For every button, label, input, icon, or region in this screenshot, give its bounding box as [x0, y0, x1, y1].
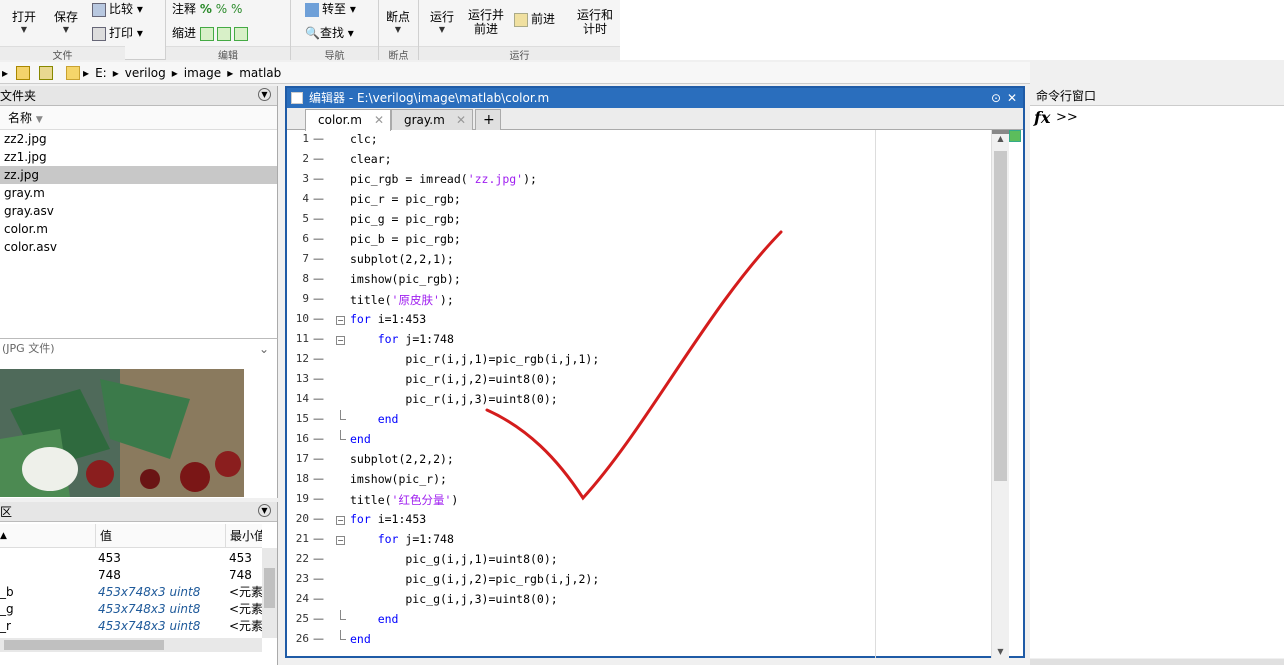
- table-row[interactable]: _g 453x748x3 uint8 <元素: [0, 601, 262, 618]
- file-item-selected[interactable]: zz.jpg: [0, 166, 277, 184]
- breadcrumb-drive[interactable]: E:: [95, 66, 107, 80]
- workspace-hscroll[interactable]: [0, 638, 262, 652]
- file-item[interactable]: color.m: [0, 220, 277, 238]
- column-min[interactable]: 最小值: [230, 524, 262, 548]
- file-item[interactable]: zz1.jpg: [0, 148, 277, 166]
- file-item[interactable]: zz2.jpg: [0, 130, 277, 148]
- breadcrumb-matlab[interactable]: matlab: [239, 66, 281, 80]
- file-item[interactable]: color.asv: [0, 238, 277, 256]
- indent-button[interactable]: 缩进: [172, 24, 251, 41]
- print-icon: [92, 26, 106, 41]
- table-row[interactable]: _b 453x748x3 uint8 <元素: [0, 584, 262, 601]
- file-item[interactable]: gray.m: [0, 184, 277, 202]
- toolstrip: 打开 ▼ 保存 ▼ 比较 ▾ 打印 ▾ 注释 % % % 缩进 转至 ▾ 🔍查找 ▾…: [0, 0, 620, 62]
- table-row[interactable]: 453 453: [0, 550, 262, 567]
- detail-panel: (JPG 文件) ⌄: [0, 338, 278, 498]
- folder-icon: [66, 65, 81, 80]
- workspace-panel: 区 ▼ ▲ 值 最小值 453 453 748 748 _b 453x748x3 ui…: [0, 502, 278, 665]
- file-item[interactable]: gray.asv: [0, 202, 277, 220]
- folder-panel-header: 文件夹 ▼: [0, 86, 277, 106]
- column-header-name[interactable]: 名称 ▼: [0, 106, 277, 130]
- group-file: 文件: [0, 46, 125, 62]
- chevron-down-icon[interactable]: ▼: [258, 88, 271, 101]
- print-button[interactable]: 打印 ▾: [92, 24, 143, 41]
- toolstrip-empty: [620, 0, 1284, 60]
- smart-indent-icon: [199, 26, 214, 41]
- fx-icon[interactable]: fx: [1034, 108, 1050, 127]
- editor-window: 编辑器 - E:\verilog\image\matlab\color.m ⊙ …: [285, 86, 1025, 658]
- chevron-down-icon[interactable]: ▼: [258, 504, 271, 517]
- command-window-title: 命令行窗口: [1030, 86, 1284, 106]
- workspace-vscroll[interactable]: [262, 548, 277, 638]
- advance-button[interactable]: 前进: [514, 10, 555, 27]
- group-breakpoints: 断点: [379, 46, 418, 62]
- run-advance-button[interactable]: 运行并 前进: [468, 8, 504, 36]
- group-nav: 导航: [291, 46, 378, 62]
- increase-indent-icon: [216, 26, 231, 41]
- breadcrumb-verilog[interactable]: verilog: [125, 66, 166, 80]
- browse-folder-icon[interactable]: [39, 65, 54, 80]
- breadcrumb-image[interactable]: image: [184, 66, 221, 80]
- workspace-columns: ▲ 值 最小值: [0, 524, 262, 548]
- wrap-icon: %: [230, 2, 243, 16]
- back-arrow-icon[interactable]: ▸: [2, 66, 8, 80]
- image-preview: [0, 369, 244, 497]
- detail-header: (JPG 文件) ⌄: [0, 339, 277, 359]
- goto-icon: [305, 2, 319, 17]
- workspace-title: 区: [0, 505, 13, 519]
- table-row[interactable]: _r 453x748x3 uint8 <元素: [0, 618, 262, 635]
- group-edit: 编辑: [166, 46, 290, 62]
- zongzi-image: [0, 369, 244, 497]
- current-folder-panel: 文件夹 ▼ 名称 ▼ zz2.jpg zz1.jpg zz.jpg gray.m…: [0, 86, 278, 338]
- percent-icon: %: [199, 2, 212, 16]
- column-value[interactable]: 值: [100, 524, 112, 548]
- goto-button[interactable]: 转至 ▾: [305, 0, 356, 17]
- find-button[interactable]: 🔍查找 ▾: [305, 24, 354, 41]
- up-folder-icon[interactable]: [16, 65, 31, 80]
- run-time-button[interactable]: 运行和 计时: [577, 8, 613, 36]
- table-row[interactable]: 748 748: [0, 567, 262, 584]
- open-button[interactable]: 打开 ▼: [12, 8, 36, 34]
- group-run: 运行: [419, 46, 620, 62]
- command-window: 命令行窗口 fx >>: [1030, 86, 1284, 658]
- advance-icon: [514, 12, 528, 27]
- workspace-header: 区 ▼: [0, 502, 277, 522]
- breakpoints-button[interactable]: 断点 ▼: [386, 8, 410, 34]
- red-check-annotation: [485, 230, 783, 501]
- file-list: zz2.jpg zz1.jpg zz.jpg gray.m gray.asv c…: [0, 130, 277, 256]
- address-bar[interactable]: ▸ ▸ E: ▸ verilog ▸ image ▸ matlab: [0, 62, 1030, 84]
- compare-button[interactable]: 比较 ▾: [92, 0, 143, 17]
- detail-file-type: (JPG 文件): [2, 342, 55, 355]
- compare-icon: [92, 2, 106, 17]
- comment-button[interactable]: 注释 % % %: [172, 0, 242, 17]
- run-button[interactable]: 运行 ▼: [430, 8, 454, 34]
- folder-panel-title: 文件夹: [0, 89, 37, 103]
- command-prompt[interactable]: >>: [1056, 110, 1078, 125]
- search-icon: 🔍: [305, 26, 320, 40]
- chevron-down-icon[interactable]: ⌄: [259, 339, 269, 359]
- status-bar: [1030, 659, 1284, 665]
- uncomment-icon: %: [215, 2, 228, 16]
- save-button[interactable]: 保存 ▼: [54, 8, 78, 34]
- decrease-indent-icon: [233, 26, 248, 41]
